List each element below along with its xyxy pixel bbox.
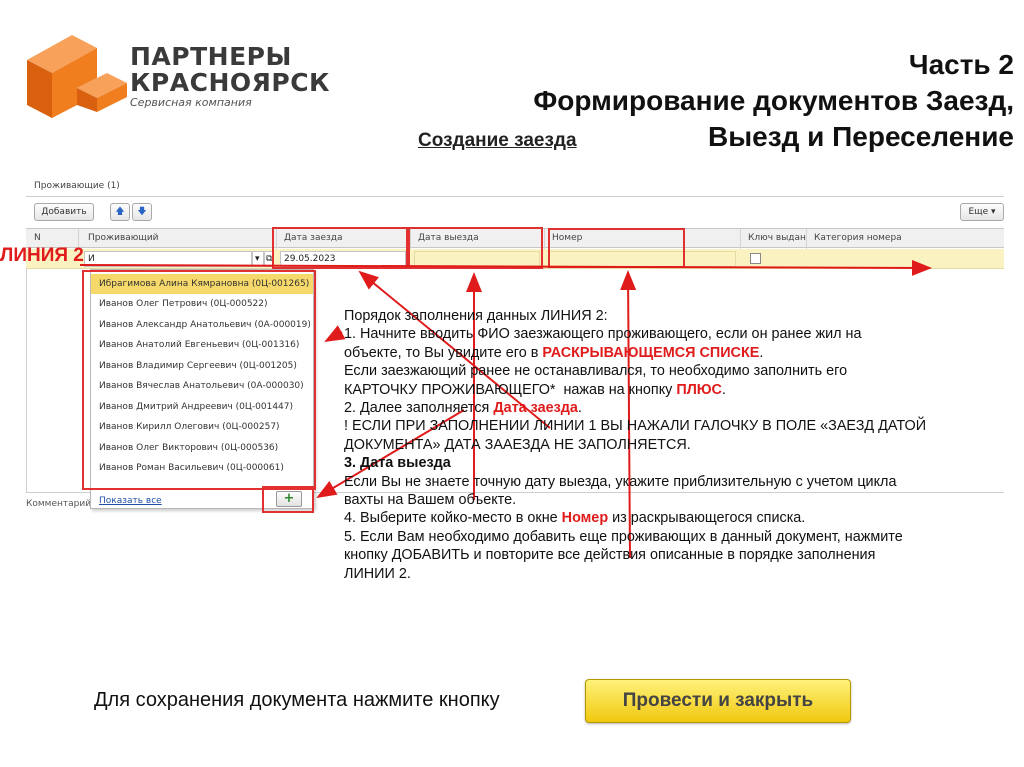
move-down-button[interactable]: 🡇 <box>132 203 152 221</box>
arrival-date-highlight-box <box>272 227 408 269</box>
dropdown-highlight-box <box>82 270 316 490</box>
tab-divider <box>26 196 1004 197</box>
instr-line: 2. Далее заполняется Дата заезда. <box>344 400 582 417</box>
title-line-2: Формирование документов Заезд, <box>533 85 1014 116</box>
post-and-close-button[interactable]: Провести и закрыть <box>585 679 851 723</box>
plus-highlight: ПЛЮС <box>676 381 722 398</box>
add-button[interactable]: Добавить <box>34 203 94 221</box>
instr-line: вахты на Вашем объекте. <box>344 492 517 509</box>
instr-line: КАРТОЧКУ ПРОЖИВАЮЩЕГО* нажав на кнопку П… <box>344 381 726 398</box>
room-highlight: Номер <box>561 510 609 527</box>
instr-line: Если заезжающий ранее не останавливался,… <box>344 363 848 380</box>
dropdown-arrow-icon[interactable]: ▾ <box>252 251 264 267</box>
line-2-label: ЛИНИЯ 2 <box>0 245 84 266</box>
col-resident: Проживающий <box>88 233 159 243</box>
arrival-date-highlight: Дата заезда <box>493 400 578 417</box>
logo-text-partners: ПАРТНЕРЫ <box>130 42 292 71</box>
col-separator <box>740 229 741 249</box>
col-separator <box>544 229 545 249</box>
room-highlight-box <box>548 228 685 268</box>
instr-line: Порядок заполнения данных ЛИНИЯ 2: <box>344 308 608 324</box>
instr-line: 1. Начните вводить ФИО заезжающего прожи… <box>344 326 862 343</box>
instr-line: 4. Выберите койко-место в окне Номер из … <box>344 510 806 527</box>
instr-line: кнопку ДОБАВИТЬ и повторите все действия… <box>344 547 876 564</box>
title-line-1: Часть 2 <box>908 49 1014 80</box>
col-separator <box>806 229 807 249</box>
logo-text-city: КРАСНОЯРСК <box>130 68 330 97</box>
comment-label: Комментарий <box>26 499 92 509</box>
move-up-button[interactable]: 🡅 <box>110 203 130 221</box>
arrow-up-icon: 🡅 <box>115 207 125 217</box>
col-key-issued: Ключ выдан <box>748 233 806 243</box>
resident-input[interactable]: И <box>84 251 252 267</box>
arrow-down-icon: 🡇 <box>137 207 147 217</box>
instr-line: Если Вы не знаете точную дату выезда, ук… <box>344 473 897 490</box>
more-button[interactable]: Еще ▾ <box>960 203 1004 221</box>
grid-border <box>26 268 27 493</box>
section-subtitle: Создание заезда <box>418 130 577 151</box>
instructions-text: Порядок заполнения данных ЛИНИЯ 2: 1. На… <box>344 307 1004 583</box>
instr-line: ЛИНИИ 2. <box>344 565 411 582</box>
tab-residents[interactable]: Проживающие (1) <box>34 181 120 191</box>
save-instruction: Для сохранения документа нажмите кнопку <box>94 689 500 711</box>
instr-line: 5. Если Вам необходимо добавить еще прож… <box>344 528 903 545</box>
logo-cubes-icon <box>27 35 127 118</box>
plus-highlight-box <box>262 486 314 513</box>
col-room-category: Категория номера <box>814 233 902 243</box>
col-number: N <box>34 233 41 243</box>
dropdown-list-highlight: РАСКРЫВАЮЩЕМСЯ СПИСКЕ <box>542 344 760 361</box>
instr-line: ДОКУМЕНТА» ДАТА ЗААЕЗДА НЕ ЗАПОЛНЯЕТСЯ. <box>344 436 691 453</box>
logo-tagline: Сервисная компания <box>130 96 252 109</box>
instr-line: 3. Дата выезда <box>344 455 451 472</box>
instr-line: ! ЕСЛИ ПРИ ЗАПОЛНЕНИИ ЛИНИИ 1 ВЫ НАЖАЛИ … <box>344 418 927 435</box>
show-all-link[interactable]: Показать все <box>99 496 162 506</box>
departure-date-highlight-box <box>408 227 543 269</box>
key-issued-checkbox[interactable] <box>750 253 761 264</box>
instr-line: объекте, то Вы увидите его в РАСКРЫВАЮЩЕ… <box>344 344 764 361</box>
